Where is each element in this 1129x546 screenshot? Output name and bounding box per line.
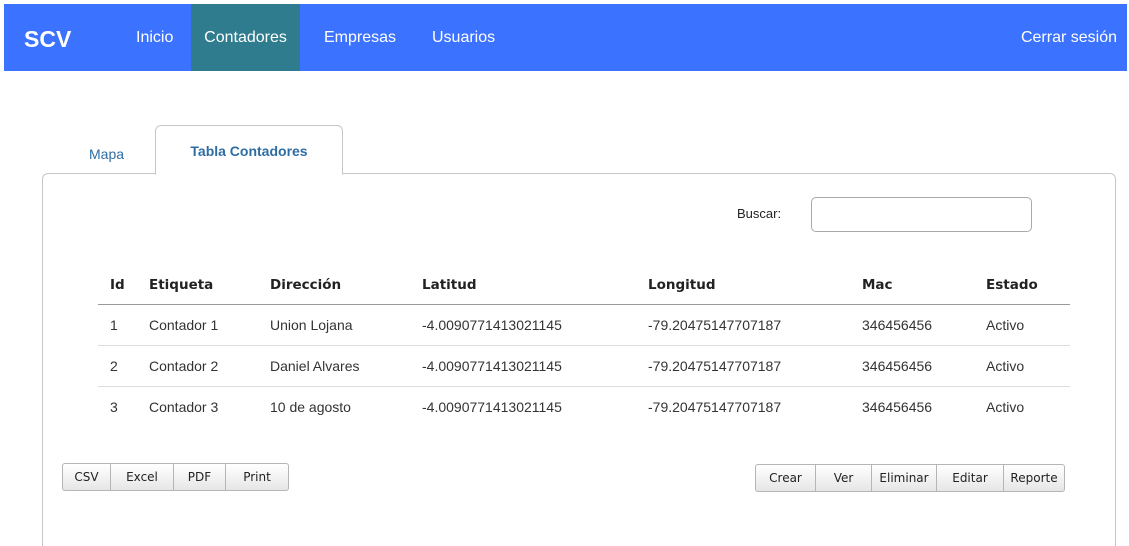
crear-button[interactable]: Crear <box>755 464 816 492</box>
column-header-id[interactable]: Id <box>98 266 137 305</box>
cell-longitud: -79.20475147707187 <box>636 304 850 346</box>
cell-latitud: -4.0090771413021145 <box>410 304 636 346</box>
table-header-row: Id Etiqueta Dirección Latitud Longitud M… <box>98 266 1070 305</box>
tab-mapa[interactable]: Mapa <box>89 146 124 162</box>
column-header-direccion[interactable]: Dirección <box>258 266 410 305</box>
top-navbar: SCV Inicio Contadores Empresas Usuarios … <box>4 4 1127 71</box>
reporte-button[interactable]: Reporte <box>1003 464 1065 492</box>
table-row[interactable]: 2 Contador 2 Daniel Alvares -4.009077141… <box>98 345 1070 387</box>
table-row[interactable]: 3 Contador 3 10 de agosto -4.00907714130… <box>98 386 1070 427</box>
cell-id: 3 <box>110 398 118 415</box>
pdf-button[interactable]: PDF <box>173 463 226 491</box>
cell-direccion: Daniel Alvares <box>258 345 410 387</box>
search-input[interactable] <box>811 197 1032 232</box>
column-header-latitud[interactable]: Latitud <box>410 266 636 305</box>
excel-button[interactable]: Excel <box>110 463 174 491</box>
tab-tabla-contadores[interactable]: Tabla Contadores <box>155 125 343 175</box>
cell-direccion: Union Lojana <box>258 304 410 346</box>
csv-button[interactable]: CSV <box>62 463 111 491</box>
cell-estado: Activo <box>986 398 1025 415</box>
cell-estado: Activo <box>974 345 1070 387</box>
column-header-estado[interactable]: Estado <box>974 266 1070 305</box>
column-header-mac[interactable]: Mac <box>850 266 974 305</box>
editar-button[interactable]: Editar <box>936 464 1004 492</box>
brand-logo[interactable]: SCV <box>24 26 71 53</box>
export-button-group: CSV Excel PDF Print <box>62 463 289 491</box>
logout-link[interactable]: Cerrar sesión <box>1021 4 1117 71</box>
cell-mac: 346456456 <box>862 398 933 415</box>
column-header-etiqueta[interactable]: Etiqueta <box>137 266 258 305</box>
ver-button[interactable]: Ver <box>815 464 872 492</box>
cell-direccion: 10 de agosto <box>270 398 351 415</box>
action-button-group: Crear Ver Eliminar Editar Reporte <box>755 464 1065 492</box>
nav-item-contadores[interactable]: Contadores <box>191 4 300 71</box>
cell-etiqueta: Contador 3 <box>149 398 219 415</box>
cell-id: 2 <box>98 345 137 387</box>
nav-item-inicio[interactable]: Inicio <box>130 4 179 71</box>
cell-longitud: -79.20475147707187 <box>648 398 782 415</box>
cell-etiqueta: Contador 1 <box>137 304 258 346</box>
search-label: Buscar: <box>737 206 782 221</box>
cell-longitud: -79.20475147707187 <box>636 345 850 387</box>
table-row[interactable]: 1 Contador 1 Union Lojana -4.00907714130… <box>98 304 1070 346</box>
column-header-longitud[interactable]: Longitud <box>636 266 850 305</box>
nav-item-empresas[interactable]: Empresas <box>318 4 402 71</box>
cell-latitud: -4.0090771413021145 <box>422 398 562 415</box>
cell-latitud: -4.0090771413021145 <box>410 345 636 387</box>
cell-etiqueta: Contador 2 <box>137 345 258 387</box>
cell-mac: 346456456 <box>850 304 974 346</box>
nav-item-usuarios[interactable]: Usuarios <box>426 4 501 71</box>
cell-estado: Activo <box>974 304 1070 346</box>
contadores-table: Id Etiqueta Dirección Latitud Longitud M… <box>98 266 1070 427</box>
eliminar-button[interactable]: Eliminar <box>871 464 937 492</box>
cell-id: 1 <box>98 304 137 346</box>
print-button[interactable]: Print <box>225 463 289 491</box>
cell-mac: 346456456 <box>850 345 974 387</box>
